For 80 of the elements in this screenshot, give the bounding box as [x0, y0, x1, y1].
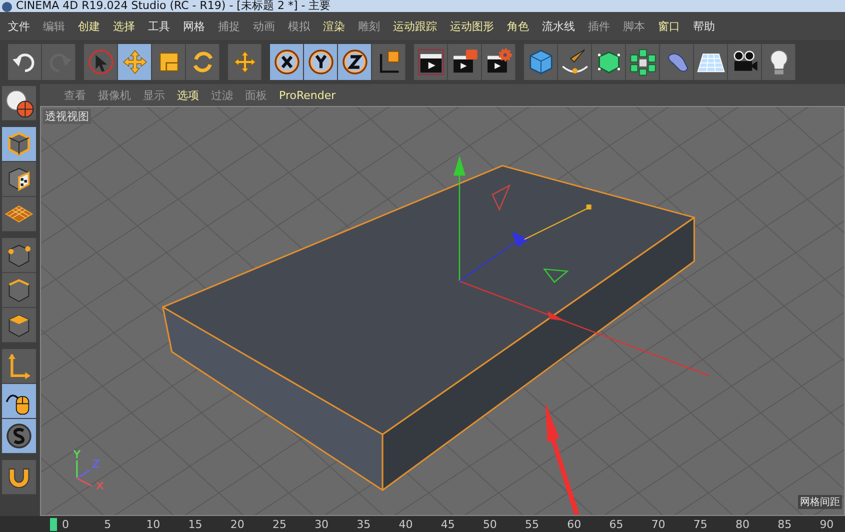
box-drawing[interactable]: [162, 164, 695, 491]
menu-item[interactable]: 渲染: [323, 18, 345, 34]
tool-button[interactable]: [270, 44, 304, 80]
move-gizmo-drawing[interactable]: [453, 156, 710, 376]
timeline[interactable]: 0 5 10 15 20 25 30 35 40 45 50 55 60 65 70 75 80 85 90: [0, 516, 845, 532]
frame-number: 45: [440, 518, 456, 530]
frame-number: 10: [146, 518, 162, 530]
arrow-cursor-icon: [86, 47, 116, 77]
status-text: 网格间距: [798, 495, 842, 509]
window-title: CINEMA 4D R19.024 Studio (RC - R19) - [未标题 2 *] - 主要: [16, 0, 331, 12]
frame-number: 50: [482, 518, 498, 530]
tool-button[interactable]: [414, 44, 448, 80]
menu-item[interactable]: 雕刻: [358, 18, 380, 34]
menu-item[interactable]: 文件: [8, 18, 30, 34]
frame-number: 65: [609, 518, 624, 530]
tool-button[interactable]: [2, 238, 36, 273]
menu-item[interactable]: 帮助: [693, 18, 715, 34]
frame-number: 30: [314, 518, 330, 530]
frame-number: 80: [736, 518, 750, 530]
tool-button[interactable]: [2, 273, 36, 308]
tool-button[interactable]: [372, 44, 406, 80]
clapperboard-icon: [416, 47, 446, 77]
menu-item[interactable]: 模拟: [288, 18, 310, 34]
menu-item[interactable]: 工具: [148, 18, 170, 34]
tool-button[interactable]: [2, 384, 36, 419]
tool-button[interactable]: [626, 44, 660, 80]
frame-number: 0: [62, 518, 70, 530]
menu-item[interactable]: 运动图形: [450, 18, 494, 34]
menu-item[interactable]: 动画: [253, 18, 275, 34]
tool-button[interactable]: [2, 419, 36, 454]
tool-button[interactable]: [2, 308, 36, 343]
menu-item[interactable]: 捕捉: [218, 18, 240, 34]
menu-item[interactable]: 运动跟踪: [393, 18, 437, 34]
tool-button[interactable]: [482, 44, 516, 80]
frame-number: 75: [693, 518, 708, 530]
frame-number: 15: [188, 518, 204, 530]
menu-item[interactable]: 窗口: [658, 18, 680, 34]
frame-number: 40: [398, 518, 414, 530]
frame-number: 55: [525, 518, 540, 530]
z-axis-icon: [340, 47, 370, 77]
tool-button[interactable]: [2, 162, 36, 197]
tool-button[interactable]: [448, 44, 482, 80]
frame-number: 90: [820, 518, 835, 530]
viewport-menu-item[interactable]: 选项: [177, 88, 199, 102]
tool-button[interactable]: [2, 86, 36, 121]
menu-item[interactable]: 创建: [78, 18, 100, 34]
menu-item[interactable]: 角色: [507, 18, 529, 34]
tool-button[interactable]: [728, 44, 762, 80]
viewport[interactable]: 透视视图 网格间距: [40, 106, 845, 516]
tool-button[interactable]: [2, 127, 36, 162]
frame-number: 20: [230, 518, 246, 530]
app-logo-icon: [2, 2, 12, 12]
frame-number: 25: [272, 518, 288, 530]
frame-number: 60: [567, 518, 582, 530]
frame-number: 70: [651, 518, 666, 530]
frame-number: 35: [356, 518, 372, 530]
tool-button[interactable]: [762, 44, 796, 80]
viewport-label: 透视视图: [43, 109, 91, 124]
tool-button[interactable]: [338, 44, 372, 80]
tool-button[interactable]: [8, 44, 42, 80]
tool-button[interactable]: [694, 44, 728, 80]
menu-item[interactable]: 选择: [113, 18, 135, 34]
viewport-menu-item[interactable]: ProRender: [279, 88, 336, 102]
frame-number: 85: [778, 518, 793, 530]
playhead[interactable]: [50, 518, 57, 530]
y-axis-icon: [306, 47, 336, 77]
x-axis-icon: [272, 47, 302, 77]
s-circle-icon: [4, 421, 34, 451]
menu-item[interactable]: 流水线: [542, 18, 575, 34]
menu-item[interactable]: 插件: [588, 18, 610, 34]
cloner-cubes-icon: [628, 47, 658, 77]
menu-item[interactable]: 脚本: [623, 18, 645, 34]
tool-button[interactable]: [558, 44, 592, 80]
axis-indicator-drawing: [73, 450, 104, 490]
tool-button[interactable]: [2, 460, 36, 495]
globe-icon: [4, 88, 34, 118]
menu-item[interactable]: 编辑: [43, 18, 65, 34]
menu-item[interactable]: 网格: [183, 18, 205, 34]
tool-button[interactable]: [304, 44, 338, 80]
frame-number: 5: [104, 518, 112, 530]
